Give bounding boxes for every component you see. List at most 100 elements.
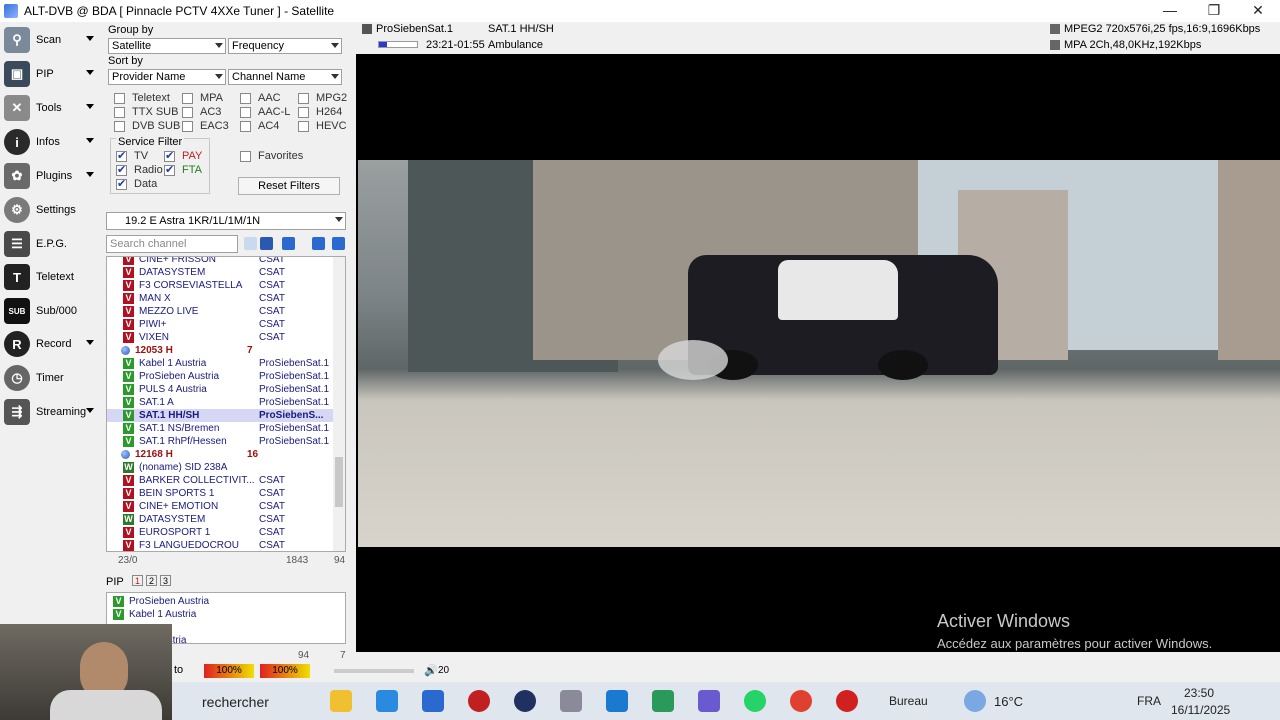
channel-row[interactable]: V PULS 4 Austria ProSiebenSat.1 [107,383,333,396]
search-input[interactable]: Search channel [106,235,238,253]
channel-list[interactable]: V CINE+ FRISSON CSAT V DATASYSTEM CSAT V F3 COR… [106,256,346,552]
channel-row[interactable]: V MAN X CSAT [107,292,333,305]
channel-row[interactable]: V F3 CORSEVIASTELLA CSAT [107,279,333,292]
chevron-down-icon[interactable] [86,104,94,109]
chevron-down-icon[interactable] [86,138,94,143]
collapse-icon[interactable] [332,237,345,250]
mpa-checkbox[interactable]: MPA [182,92,223,104]
nav-settings[interactable]: ⚙ Settings [4,196,100,224]
channel-row[interactable]: V CINE+ FRISSON CSAT [107,257,333,266]
pip-list-item[interactable]: V Kabel 1 Austria [107,608,333,621]
channel-row[interactable]: V SAT.1 RhPf/Hessen ProSiebenSat.1 [107,435,333,448]
ttx-sub-checkbox[interactable]: TTX SUB [114,106,178,118]
pip-list-item[interactable]: V ProSieben Austria [107,595,333,608]
screenshot-icon[interactable] [260,237,273,250]
app-icon-6[interactable] [560,690,582,712]
pip-tab-3[interactable]: 3 [160,575,171,586]
channel-row[interactable]: W DATASYSTEM CSAT [107,513,333,526]
seek-slider[interactable] [334,669,414,673]
list-view-icon[interactable] [244,237,257,250]
fta-checkbox[interactable]: FTA [164,163,202,176]
nav-timer[interactable]: ◷ Timer [4,364,100,392]
channel-row[interactable]: V DATASYSTEM CSAT [107,266,333,279]
chevron-down-icon[interactable] [86,70,94,75]
aac-checkbox[interactable]: AAC [240,92,281,104]
minimize-button[interactable]: — [1148,0,1192,22]
channel-row[interactable]: V SAT.1 A ProSiebenSat.1 [107,396,333,409]
app-icon-8[interactable] [652,690,674,712]
volume-icon[interactable]: 🔊 [424,664,438,677]
clock-date[interactable]: 16/11/2025 [1171,703,1230,717]
ac3-checkbox[interactable]: AC3 [182,106,221,118]
app-icon-12[interactable] [836,690,858,712]
group-by-select-2[interactable]: Frequency [228,38,342,54]
channel-row[interactable]: V BEIN SPORTS 1 CSAT [107,487,333,500]
whatsapp-icon[interactable] [744,690,766,712]
nav-teletext[interactable]: T Teletext [4,263,100,291]
nav-pip[interactable]: ▣ PIP [4,60,100,88]
channel-list-scrollbar[interactable] [333,257,345,551]
chevron-down-icon[interactable] [86,172,94,177]
channel-row[interactable]: W (noname) SID 238A [107,461,333,474]
refresh-icon[interactable] [282,237,295,250]
eac3-checkbox[interactable]: EAC3 [182,120,229,132]
mpg2-checkbox[interactable]: MPG2 [298,92,347,104]
pip-tab-1[interactable]: 1 [132,575,143,586]
channel-row[interactable]: V MEZZO LIVE CSAT [107,305,333,318]
language-indicator[interactable]: FRA [1137,694,1161,708]
aac-l-checkbox[interactable]: AAC-L [240,106,290,118]
tv-checkbox[interactable]: TV [116,149,148,162]
chevron-down-icon[interactable] [86,408,94,413]
chevron-down-icon[interactable] [86,340,94,345]
nav-record[interactable]: R Record [4,330,100,358]
teletext-checkbox[interactable]: Teletext [114,92,170,104]
nav-infos[interactable]: i Infos [4,128,100,156]
reset-filters-button[interactable]: Reset Filters [238,177,340,195]
pay-checkbox[interactable]: PAY [164,149,202,162]
favorites-checkbox[interactable]: Favorites [240,150,303,162]
hevc-checkbox[interactable]: HEVC [298,120,347,132]
app-icon-4[interactable] [468,690,490,712]
radio-checkbox[interactable]: Radio [116,163,163,176]
channel-row[interactable]: V EUROSPORT 1 CSAT [107,526,333,539]
sort-by-select-2[interactable]: Channel Name [228,69,342,85]
channel-row[interactable]: V SAT.1 NS/Bremen ProSiebenSat.1 [107,422,333,435]
pip-tab-2[interactable]: 2 [146,575,157,586]
channel-row[interactable]: V F3 LANGUEDOCROU CSAT [107,539,333,551]
clock-time[interactable]: 23:50 [1184,686,1214,700]
channel-row[interactable]: V ProSieben Austria ProSiebenSat.1 [107,370,333,383]
channel-row[interactable]: V VIXEN CSAT [107,331,333,344]
transponder-row[interactable]: 12053 H 7 [107,344,333,357]
channel-row[interactable]: V BARKER COLLECTIVIT... CSAT [107,474,333,487]
dvb-sub-checkbox[interactable]: DVB SUB [114,120,180,132]
nav-plugins[interactable]: ✿ Plugins [4,162,100,190]
chevron-down-icon[interactable] [86,36,94,41]
nav-tools[interactable]: ✕ Tools [4,94,100,122]
transponder-row[interactable]: 12168 H 16 [107,448,333,461]
nav-scan[interactable]: ⚲ Scan [4,26,100,54]
channel-row[interactable]: V Kabel 1 Austria ProSiebenSat.1 [107,357,333,370]
group-by-select-1[interactable]: Satellite [108,38,226,54]
expand-icon[interactable] [312,237,325,250]
sort-by-select-1[interactable]: Provider Name [108,69,226,85]
satellite-select[interactable]: 19.2 E Astra 1KR/1L/1M/1N [106,212,346,230]
app-icon-5[interactable] [514,690,536,712]
channel-row[interactable]: V SAT.1 HH/SH ProSiebenS... [107,409,333,422]
data-checkbox[interactable]: Data [116,177,157,190]
h264-checkbox[interactable]: H264 [298,106,342,118]
nav-epg[interactable]: ☰ E.P.G. [4,230,100,258]
calculator-icon[interactable] [606,690,628,712]
restore-button[interactable]: ❐ [1192,0,1236,22]
channel-row[interactable]: V PIWI+ CSAT [107,318,333,331]
nav-sub[interactable]: SUB Sub/000 [4,297,100,325]
ac4-checkbox[interactable]: AC4 [240,120,279,132]
close-button[interactable]: ✕ [1236,0,1280,22]
altdvb-taskbar-icon[interactable] [698,690,720,712]
chrome-icon[interactable] [790,690,812,712]
desktop-label[interactable]: Bureau [889,694,928,708]
app-icon-3[interactable] [422,690,444,712]
taskbar-search[interactable]: rechercher [202,694,269,710]
file-explorer-icon[interactable] [330,690,352,712]
nav-streaming[interactable]: ⇶ Streaming [4,398,100,426]
weather-temp[interactable]: 16°C [994,694,1023,709]
